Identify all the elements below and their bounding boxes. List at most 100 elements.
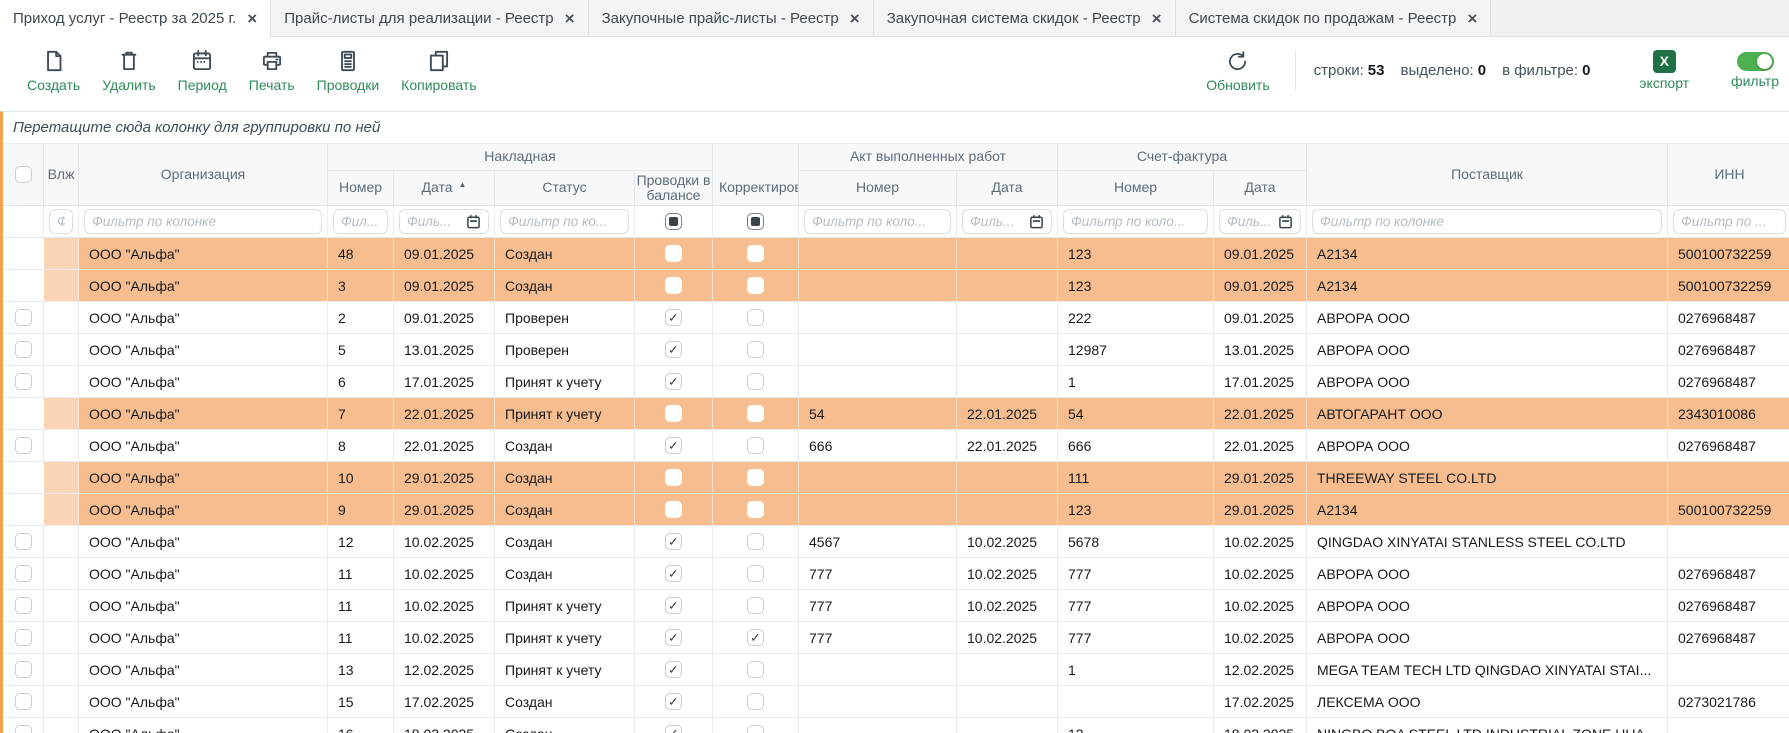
row-checkbox[interactable] — [15, 405, 32, 422]
period-button[interactable]: Период — [167, 45, 238, 96]
postings-checkbox[interactable] — [665, 245, 682, 262]
table-row[interactable]: ООО "Альфа" 48 09.01.2025 Создан 123 09.… — [3, 238, 1789, 270]
filter-postings-checkbox[interactable] — [665, 213, 682, 230]
delete-button[interactable]: Удалить — [91, 45, 166, 96]
correction-checkbox[interactable] — [747, 437, 764, 454]
tab-0[interactable]: Приход услуг - Реестр за 2025 г. × — [0, 0, 271, 37]
row-checkbox[interactable] — [15, 309, 32, 326]
row-checkbox[interactable] — [15, 469, 32, 486]
close-icon[interactable]: × — [850, 10, 860, 27]
col-header-supplier[interactable]: Поставщик — [1307, 144, 1668, 206]
table-row[interactable]: ООО "Альфа" 9 29.01.2025 Создан 123 29.0… — [3, 494, 1789, 526]
correction-checkbox[interactable] — [747, 309, 764, 326]
col-header-act-date[interactable]: Дата — [957, 171, 1058, 206]
postings-checkbox[interactable] — [665, 597, 682, 614]
print-button[interactable]: Печать — [238, 45, 306, 96]
row-checkbox[interactable] — [15, 661, 32, 678]
col-header-postings[interactable]: Проводки в балансе — [635, 171, 713, 206]
col-header-invoice-date[interactable]: Дата▲ — [394, 171, 495, 206]
group-by-hint[interactable]: Перетащите сюда колонку для группировки … — [3, 112, 1789, 144]
table-row[interactable]: ООО "Альфа" 11 10.02.2025 Принят к учету… — [3, 590, 1789, 622]
col-header-correction[interactable]: Корректировка — [713, 171, 799, 206]
col-header-vat-number[interactable]: Номер — [1058, 171, 1214, 206]
table-row[interactable]: ООО "Альфа" 11 10.02.2025 Создан 777 10.… — [3, 558, 1789, 590]
postings-checkbox[interactable] — [665, 373, 682, 390]
row-checkbox[interactable] — [15, 501, 32, 518]
tab-4[interactable]: Система скидок по продажам - Реестр × — [1176, 0, 1492, 36]
correction-checkbox[interactable] — [747, 725, 764, 733]
postings-checkbox[interactable] — [665, 501, 682, 518]
correction-checkbox[interactable] — [747, 501, 764, 518]
postings-checkbox[interactable] — [665, 277, 682, 294]
refresh-button[interactable]: Обновить — [1195, 45, 1280, 96]
row-checkbox[interactable] — [15, 533, 32, 550]
tab-2[interactable]: Закупочные прайс-листы - Реестр × — [589, 0, 874, 36]
filter-org-input[interactable] — [92, 214, 314, 229]
postings-checkbox[interactable] — [665, 405, 682, 422]
filter-invoice-date-input[interactable] — [407, 214, 463, 229]
col-header-invoice-number[interactable]: Номер — [328, 171, 394, 206]
toggle-on-icon[interactable] — [1737, 52, 1774, 71]
correction-checkbox[interactable] — [747, 533, 764, 550]
copy-button[interactable]: Копировать — [390, 45, 487, 96]
close-icon[interactable]: × — [1152, 10, 1162, 27]
correction-checkbox[interactable] — [747, 597, 764, 614]
table-row[interactable]: ООО "Альфа" 6 17.01.2025 Принят к учету … — [3, 366, 1789, 398]
row-checkbox[interactable] — [15, 373, 32, 390]
table-row[interactable]: ООО "Альфа" 5 13.01.2025 Проверен 12987 … — [3, 334, 1789, 366]
correction-checkbox[interactable] — [747, 565, 764, 582]
correction-checkbox[interactable] — [747, 277, 764, 294]
calendar-icon[interactable] — [1278, 214, 1293, 229]
correction-checkbox[interactable] — [747, 405, 764, 422]
postings-checkbox[interactable] — [665, 565, 682, 582]
export-button[interactable]: экспорт — [1628, 47, 1700, 94]
row-checkbox[interactable] — [15, 725, 32, 733]
row-checkbox[interactable] — [15, 565, 32, 582]
correction-checkbox[interactable] — [747, 341, 764, 358]
table-row[interactable]: ООО "Альфа" 13 12.02.2025 Принят к учету… — [3, 654, 1789, 686]
filter-inn-input[interactable] — [1681, 214, 1778, 229]
close-icon[interactable]: × — [565, 10, 575, 27]
postings-checkbox[interactable] — [665, 309, 682, 326]
table-row[interactable]: ООО "Альфа" 12 10.02.2025 Создан 4567 10… — [3, 526, 1789, 558]
correction-checkbox[interactable] — [747, 245, 764, 262]
select-all-checkbox[interactable] — [15, 166, 32, 183]
filter-vat-date-input[interactable] — [1227, 214, 1275, 229]
table-row[interactable]: ООО "Альфа" 3 09.01.2025 Создан 123 09.0… — [3, 270, 1789, 302]
correction-checkbox[interactable] — [747, 693, 764, 710]
filter-act-number-input[interactable] — [812, 214, 943, 229]
tab-3[interactable]: Закупочная система скидок - Реестр × — [874, 0, 1176, 36]
table-row[interactable]: ООО "Альфа" 2 09.01.2025 Проверен 222 09… — [3, 302, 1789, 334]
row-checkbox[interactable] — [15, 277, 32, 294]
col-header-act-number[interactable]: Номер — [799, 171, 957, 206]
row-checkbox[interactable] — [15, 693, 32, 710]
tab-1[interactable]: Прайс-листы для реализации - Реестр × — [271, 0, 588, 36]
postings-button[interactable]: Проводки — [306, 45, 391, 96]
filter-attach-input[interactable] — [57, 214, 65, 229]
filter-act-date-input[interactable] — [970, 214, 1026, 229]
calendar-icon[interactable] — [1029, 214, 1044, 229]
col-header-inn[interactable]: ИНН — [1668, 144, 1789, 206]
col-header-attach[interactable]: Влж — [44, 144, 79, 206]
calendar-icon[interactable] — [466, 214, 481, 229]
table-row[interactable]: ООО "Альфа" 11 10.02.2025 Принят к учету… — [3, 622, 1789, 654]
close-icon[interactable]: × — [1467, 10, 1477, 27]
filter-vat-number-input[interactable] — [1071, 214, 1200, 229]
postings-checkbox[interactable] — [665, 533, 682, 550]
correction-checkbox[interactable] — [747, 661, 764, 678]
postings-checkbox[interactable] — [665, 469, 682, 486]
row-checkbox[interactable] — [15, 341, 32, 358]
correction-checkbox[interactable] — [747, 469, 764, 486]
col-header-vat-date[interactable]: Дата — [1214, 171, 1307, 206]
row-checkbox[interactable] — [15, 245, 32, 262]
close-icon[interactable]: × — [247, 10, 257, 27]
table-row[interactable]: ООО "Альфа" 8 22.01.2025 Создан 666 22.0… — [3, 430, 1789, 462]
postings-checkbox[interactable] — [665, 693, 682, 710]
filter-supplier-input[interactable] — [1320, 214, 1654, 229]
table-row[interactable]: ООО "Альфа" 16 18.02.2025 Создан 12 18.0… — [3, 718, 1789, 733]
filter-toggle[interactable]: фильтр — [1720, 49, 1781, 92]
row-checkbox[interactable] — [15, 597, 32, 614]
table-row[interactable]: ООО "Альфа" 15 17.02.2025 Создан 17.02.2… — [3, 686, 1789, 718]
create-button[interactable]: Создать — [16, 45, 91, 96]
filter-correction-checkbox[interactable] — [747, 213, 764, 230]
